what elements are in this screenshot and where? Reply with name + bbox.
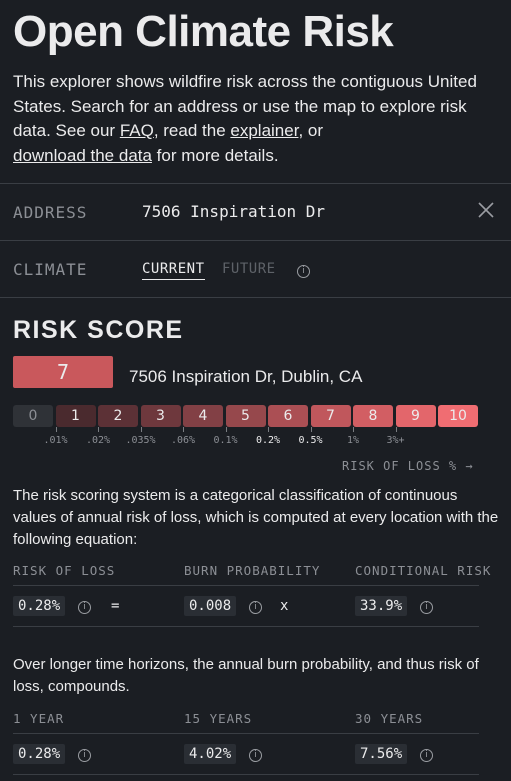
risk-scale-cell: 0 — [13, 405, 53, 427]
explainer-link[interactable]: explainer — [230, 121, 298, 140]
threshold-tick — [225, 427, 227, 432]
threshold-tick — [353, 427, 354, 432]
threshold-tick — [268, 427, 269, 432]
info-icon[interactable]: i — [420, 601, 433, 614]
download-data-link[interactable]: download the data — [13, 146, 152, 165]
equation-description: The risk scoring system is a categorical… — [13, 487, 499, 548]
risk-scale-cell: 7 — [310, 405, 351, 427]
divider — [13, 774, 479, 775]
climate-label: CLIMATE — [13, 260, 88, 279]
one-year-header: 1 YEAR — [13, 711, 65, 726]
intro-text-part: , read the — [153, 121, 231, 140]
one-year-value: 0.28% — [13, 744, 66, 764]
burn-probability-header: BURN PROBABILITY — [184, 563, 321, 578]
thirty-years-value: 7.56% — [355, 744, 408, 764]
tab-current[interactable]: CURRENT — [142, 261, 205, 280]
risk-of-loss-axis-link[interactable]: RISK OF LOSS % → — [342, 459, 474, 473]
threshold-tick — [55, 427, 57, 432]
risk-of-loss-header: RISK OF LOSS — [13, 563, 116, 578]
intro-text-part: for more details. — [151, 145, 279, 165]
risk-scale-cell: 6 — [268, 405, 308, 427]
fifteen-years-header: 15 YEARS — [184, 711, 253, 726]
divider — [0, 297, 511, 298]
divider — [13, 626, 479, 627]
info-icon[interactable]: i — [78, 749, 91, 762]
threshold-tick — [310, 427, 312, 432]
risk-scale-cell: 3 — [140, 405, 181, 427]
close-icon[interactable] — [476, 200, 496, 220]
threshold-label: .02% — [85, 435, 111, 446]
risk-score-address: 7506 Inspiration Dr, Dublin, CA — [129, 367, 363, 386]
multiply-operator: x — [280, 598, 289, 614]
risk-of-loss-value: 0.28% — [13, 596, 66, 616]
threshold-label: 3%+ — [386, 435, 405, 446]
info-icon[interactable]: i — [420, 749, 433, 762]
threshold-tick — [183, 427, 184, 432]
risk-scale-cell: 4 — [183, 405, 223, 427]
fifteen-years-value: 4.02% — [184, 744, 237, 764]
risk-scale-cell: 1 — [55, 405, 96, 427]
risk-scale-cell: 2 — [98, 405, 138, 427]
address-input[interactable]: 7506 Inspiration Dr — [142, 202, 325, 221]
risk-score-title: RISK SCORE — [13, 316, 184, 344]
info-icon[interactable]: i — [249, 749, 262, 762]
threshold-label: 1% — [346, 435, 360, 446]
divider — [13, 733, 479, 734]
conditional-risk-header: CONDITIONAL RISK — [355, 563, 492, 578]
page-title: Open Climate Risk — [13, 7, 394, 56]
threshold-label: 0.2% — [255, 435, 281, 446]
divider — [13, 585, 479, 586]
divider — [0, 240, 511, 241]
thirty-years-header: 30 YEARS — [355, 711, 424, 726]
burn-probability-value: 0.008 — [184, 596, 237, 616]
address-label: ADDRESS — [13, 203, 88, 222]
equals-operator: = — [111, 598, 120, 614]
risk-score-badge: 7 — [13, 356, 113, 388]
threshold-tick — [140, 427, 142, 432]
risk-scale-cell: 10 — [438, 405, 478, 427]
divider — [0, 183, 511, 184]
risk-scale-cell: 8 — [353, 405, 393, 427]
horizons-description: Over longer time horizons, the annual bu… — [13, 656, 479, 695]
threshold-label: .01% — [43, 435, 68, 446]
intro-text: This explorer shows wildfire risk across… — [13, 70, 503, 168]
info-icon[interactable]: i — [297, 265, 310, 278]
risk-scale-cell: 9 — [395, 405, 436, 427]
threshold-tick — [395, 427, 397, 432]
tab-future[interactable]: FUTURE — [222, 261, 276, 277]
intro-text-part: , or — [298, 121, 324, 140]
conditional-risk-value: 33.9% — [355, 596, 408, 616]
faq-link[interactable]: FAQ — [120, 121, 154, 140]
threshold-tick — [98, 427, 99, 432]
threshold-label: 0.5% — [298, 435, 323, 446]
threshold-label: .035% — [125, 435, 156, 446]
risk-scale-cell: 5 — [225, 405, 266, 427]
threshold-label: 0.1% — [213, 435, 238, 446]
info-icon[interactable]: i — [249, 601, 262, 614]
info-icon[interactable]: i — [78, 601, 91, 614]
threshold-label: .06% — [170, 435, 196, 446]
